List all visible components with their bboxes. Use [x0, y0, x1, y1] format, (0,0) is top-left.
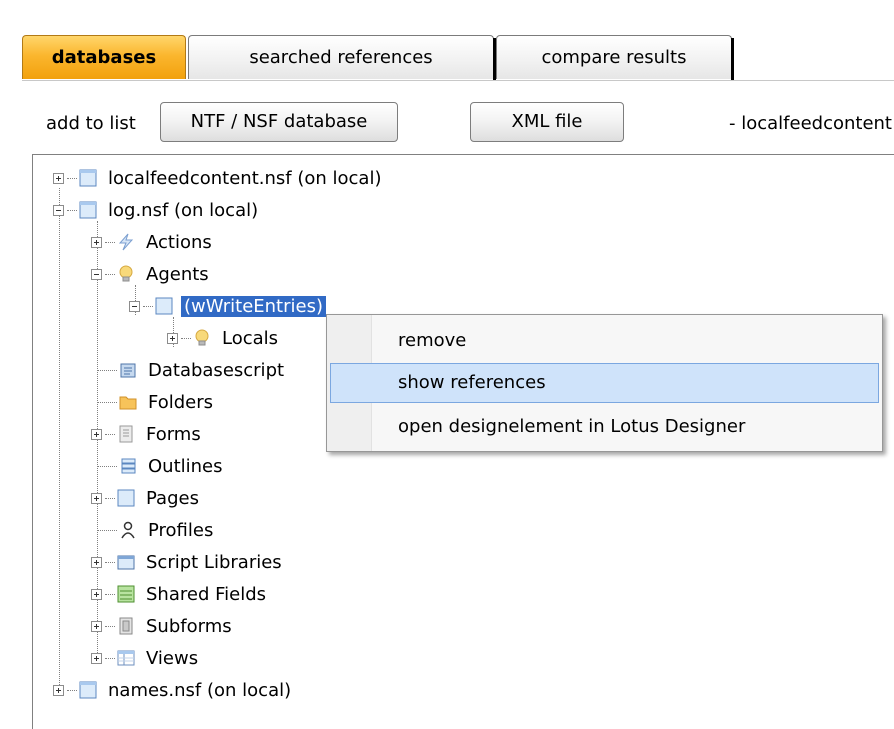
current-database-label: - localfeedcontent: [729, 113, 892, 134]
tree-node-label: Actions: [146, 231, 212, 253]
expand-icon[interactable]: [91, 492, 102, 504]
collapse-icon[interactable]: [53, 204, 64, 216]
tree-node-views[interactable]: Views: [91, 643, 201, 673]
tree-node-subforms[interactable]: Subforms: [91, 611, 235, 641]
tab-databases[interactable]: databases: [22, 35, 186, 79]
subform-icon: [117, 617, 135, 635]
tree-node-label: Views: [146, 647, 199, 669]
menu-item-show-references[interactable]: show references: [330, 363, 879, 403]
tab-compare-results[interactable]: compare results: [496, 35, 734, 80]
lightning-icon: [117, 233, 135, 251]
menu-item-remove[interactable]: remove: [330, 321, 879, 361]
lightbulb-icon: [193, 329, 211, 347]
tree-node-forms[interactable]: Forms: [91, 419, 204, 449]
tree-node-folders[interactable]: Folders: [97, 387, 216, 417]
tree-node-label: Databasescript: [148, 359, 285, 381]
lightbulb-icon: [117, 265, 135, 283]
tree-node-outlines[interactable]: Outlines: [97, 451, 226, 481]
tree-node-localfeedcontent[interactable]: localfeedcontent.nsf (on local): [53, 163, 384, 193]
tree-node-pages[interactable]: Pages: [91, 483, 202, 513]
add-ntf-nsf-database-button[interactable]: NTF / NSF database: [160, 102, 398, 142]
menu-item-open-in-designer[interactable]: open designelement in Lotus Designer: [330, 407, 879, 447]
tree-node-label: Locals: [222, 327, 279, 349]
expand-icon[interactable]: [53, 684, 64, 696]
tree-node-label: Subforms: [146, 615, 232, 637]
expand-icon[interactable]: [91, 556, 102, 568]
collapse-icon[interactable]: [129, 300, 140, 312]
add-xml-file-button[interactable]: XML file: [470, 102, 624, 142]
database-icon: [79, 169, 97, 187]
tree-node-wwriteentries[interactable]: (wWriteEntries): [129, 291, 326, 321]
tree-node-locals[interactable]: Locals: [167, 323, 281, 353]
expand-icon[interactable]: [53, 172, 64, 184]
expand-icon[interactable]: [91, 652, 102, 664]
database-icon: [79, 201, 97, 219]
tree-node-profiles[interactable]: Profiles: [97, 515, 216, 545]
expand-icon[interactable]: [91, 236, 102, 248]
tree-node-label: Agents: [146, 263, 209, 285]
tree-node-names-nsf[interactable]: names.nsf (on local): [53, 675, 294, 705]
tree-node-label: Profiles: [148, 519, 214, 541]
outline-icon: [119, 457, 137, 475]
expand-icon[interactable]: [91, 620, 102, 632]
tree-node-label: Shared Fields: [146, 583, 267, 605]
expand-icon[interactable]: [91, 588, 102, 600]
tree-node-label: (wWriteEntries): [181, 295, 326, 317]
tree-node-script-libraries[interactable]: Script Libraries: [91, 547, 285, 577]
expand-icon[interactable]: [91, 428, 102, 440]
tab-bar: databases searched references compare re…: [22, 35, 734, 81]
form-icon: [117, 425, 135, 443]
tree-node-agents[interactable]: Agents: [91, 259, 212, 289]
profile-icon: [119, 521, 137, 539]
page-icon: [117, 489, 135, 507]
expand-icon[interactable]: [167, 332, 178, 344]
library-icon: [117, 553, 135, 571]
tree-node-shared-fields[interactable]: Shared Fields: [91, 579, 269, 609]
context-menu: remove show references open designelemen…: [326, 314, 883, 452]
folder-icon: [119, 393, 137, 411]
tree-node-label: Outlines: [148, 455, 223, 477]
tree-node-databasescript[interactable]: Databasescript: [97, 355, 287, 385]
add-to-list-label: add to list: [46, 113, 136, 134]
tree-node-label: Pages: [146, 487, 199, 509]
tree-node-label: Script Libraries: [146, 551, 282, 573]
tree-node-log-nsf[interactable]: log.nsf (on local): [53, 195, 261, 225]
tree-node-label: log.nsf (on local): [108, 199, 259, 221]
tab-divider: [22, 80, 894, 81]
tree-connector: [59, 188, 60, 693]
view-icon: [117, 649, 135, 667]
tree-node-label: localfeedcontent.nsf (on local): [108, 167, 382, 189]
tree-node-label: names.nsf (on local): [108, 679, 292, 701]
tree-node-actions[interactable]: Actions: [91, 227, 215, 257]
script-icon: [119, 361, 137, 379]
tree-node-label: Folders: [148, 391, 214, 413]
agent-page-icon: [155, 297, 173, 315]
collapse-icon[interactable]: [91, 268, 102, 280]
shared-fields-icon: [117, 585, 135, 603]
database-icon: [79, 681, 97, 699]
tab-searched-references[interactable]: searched references: [188, 35, 496, 80]
tree-node-label: Forms: [146, 423, 201, 445]
